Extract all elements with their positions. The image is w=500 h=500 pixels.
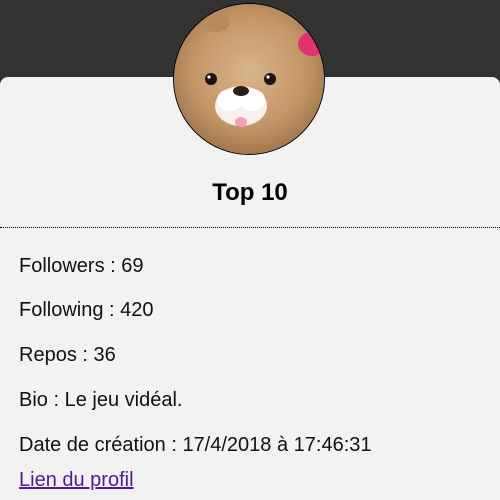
page: Top 10 Followers : 69 Following : 420 Re… <box>0 0 500 500</box>
following-count: 420 <box>120 299 154 321</box>
created-date: 17/4/2018 à 17:46:31 <box>182 434 372 456</box>
profile-name: Top 10 <box>212 179 288 206</box>
followers-label: Followers <box>19 255 105 277</box>
repos-row: Repos : 36 <box>19 344 116 366</box>
followers-count: 69 <box>121 255 144 277</box>
repos-count: 36 <box>93 344 116 366</box>
following-label: Following <box>19 299 104 321</box>
divider <box>0 227 500 228</box>
created-label: Date de création <box>19 434 166 456</box>
following-row: Following : 420 <box>19 299 154 321</box>
followers-row: Followers : 69 <box>19 255 144 277</box>
created-row: Date de création : 17/4/2018 à 17:46:31 <box>19 434 372 456</box>
bio-row: Bio : Le jeu vidéal. <box>19 389 183 411</box>
repos-label: Repos <box>19 344 77 366</box>
plush-beaver-avatar-icon <box>174 4 324 154</box>
avatar <box>173 3 325 155</box>
profile-link[interactable]: Lien du profil <box>19 468 134 492</box>
bio-text: Le jeu vidéal. <box>64 389 183 411</box>
bio-label: Bio <box>19 389 48 411</box>
